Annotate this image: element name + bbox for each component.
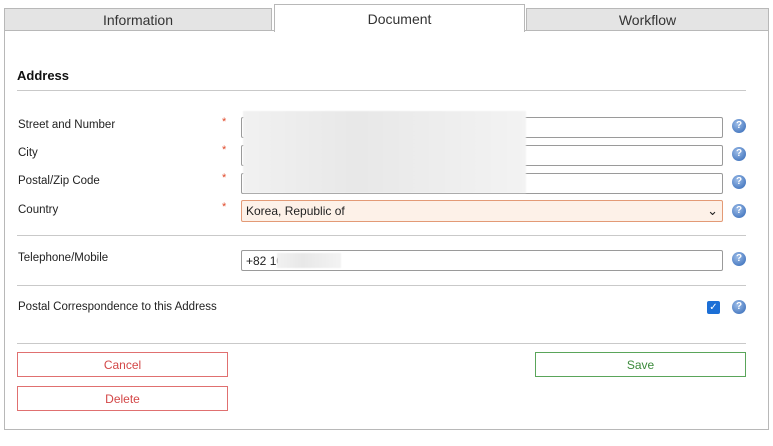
postal-correspondence-label: Postal Correspondence to this Address xyxy=(18,301,217,313)
help-icon[interactable]: ? xyxy=(732,300,746,314)
help-icon[interactable]: ? xyxy=(732,147,746,161)
country-label: Country xyxy=(18,204,59,216)
divider xyxy=(17,285,746,286)
help-icon[interactable]: ? xyxy=(732,252,746,266)
help-icon[interactable]: ? xyxy=(732,204,746,218)
help-icon[interactable]: ? xyxy=(732,175,746,189)
required-marker: * xyxy=(222,116,227,128)
divider xyxy=(17,235,746,236)
tab-workflow[interactable]: Workflow xyxy=(526,8,769,31)
cancel-button[interactable]: Cancel xyxy=(17,352,228,377)
redacted-area xyxy=(277,253,341,268)
section-title-address: Address xyxy=(17,68,70,83)
country-select[interactable]: Korea, Republic of ⌄ xyxy=(241,200,723,222)
save-button[interactable]: Save xyxy=(535,352,746,377)
required-marker: * xyxy=(222,172,227,184)
postal-code-label: Postal/Zip Code xyxy=(18,175,100,187)
country-select-value: Korea, Republic of xyxy=(246,204,345,218)
city-label: City xyxy=(18,147,38,159)
redacted-area xyxy=(243,111,526,193)
tab-information[interactable]: Information xyxy=(4,8,272,31)
telephone-label: Telephone/Mobile xyxy=(18,252,109,264)
street-label: Street and Number xyxy=(18,119,116,131)
divider xyxy=(17,343,746,344)
postal-correspondence-checkbox[interactable]: ✓ xyxy=(707,301,720,314)
tab-document[interactable]: Document xyxy=(274,4,525,32)
required-marker: * xyxy=(222,144,227,156)
delete-button[interactable]: Delete xyxy=(17,386,228,411)
divider xyxy=(17,90,746,91)
required-marker: * xyxy=(222,201,227,213)
help-icon[interactable]: ? xyxy=(732,119,746,133)
chevron-down-icon: ⌄ xyxy=(707,203,718,218)
tab-bar: Information Document Workflow xyxy=(4,4,769,32)
